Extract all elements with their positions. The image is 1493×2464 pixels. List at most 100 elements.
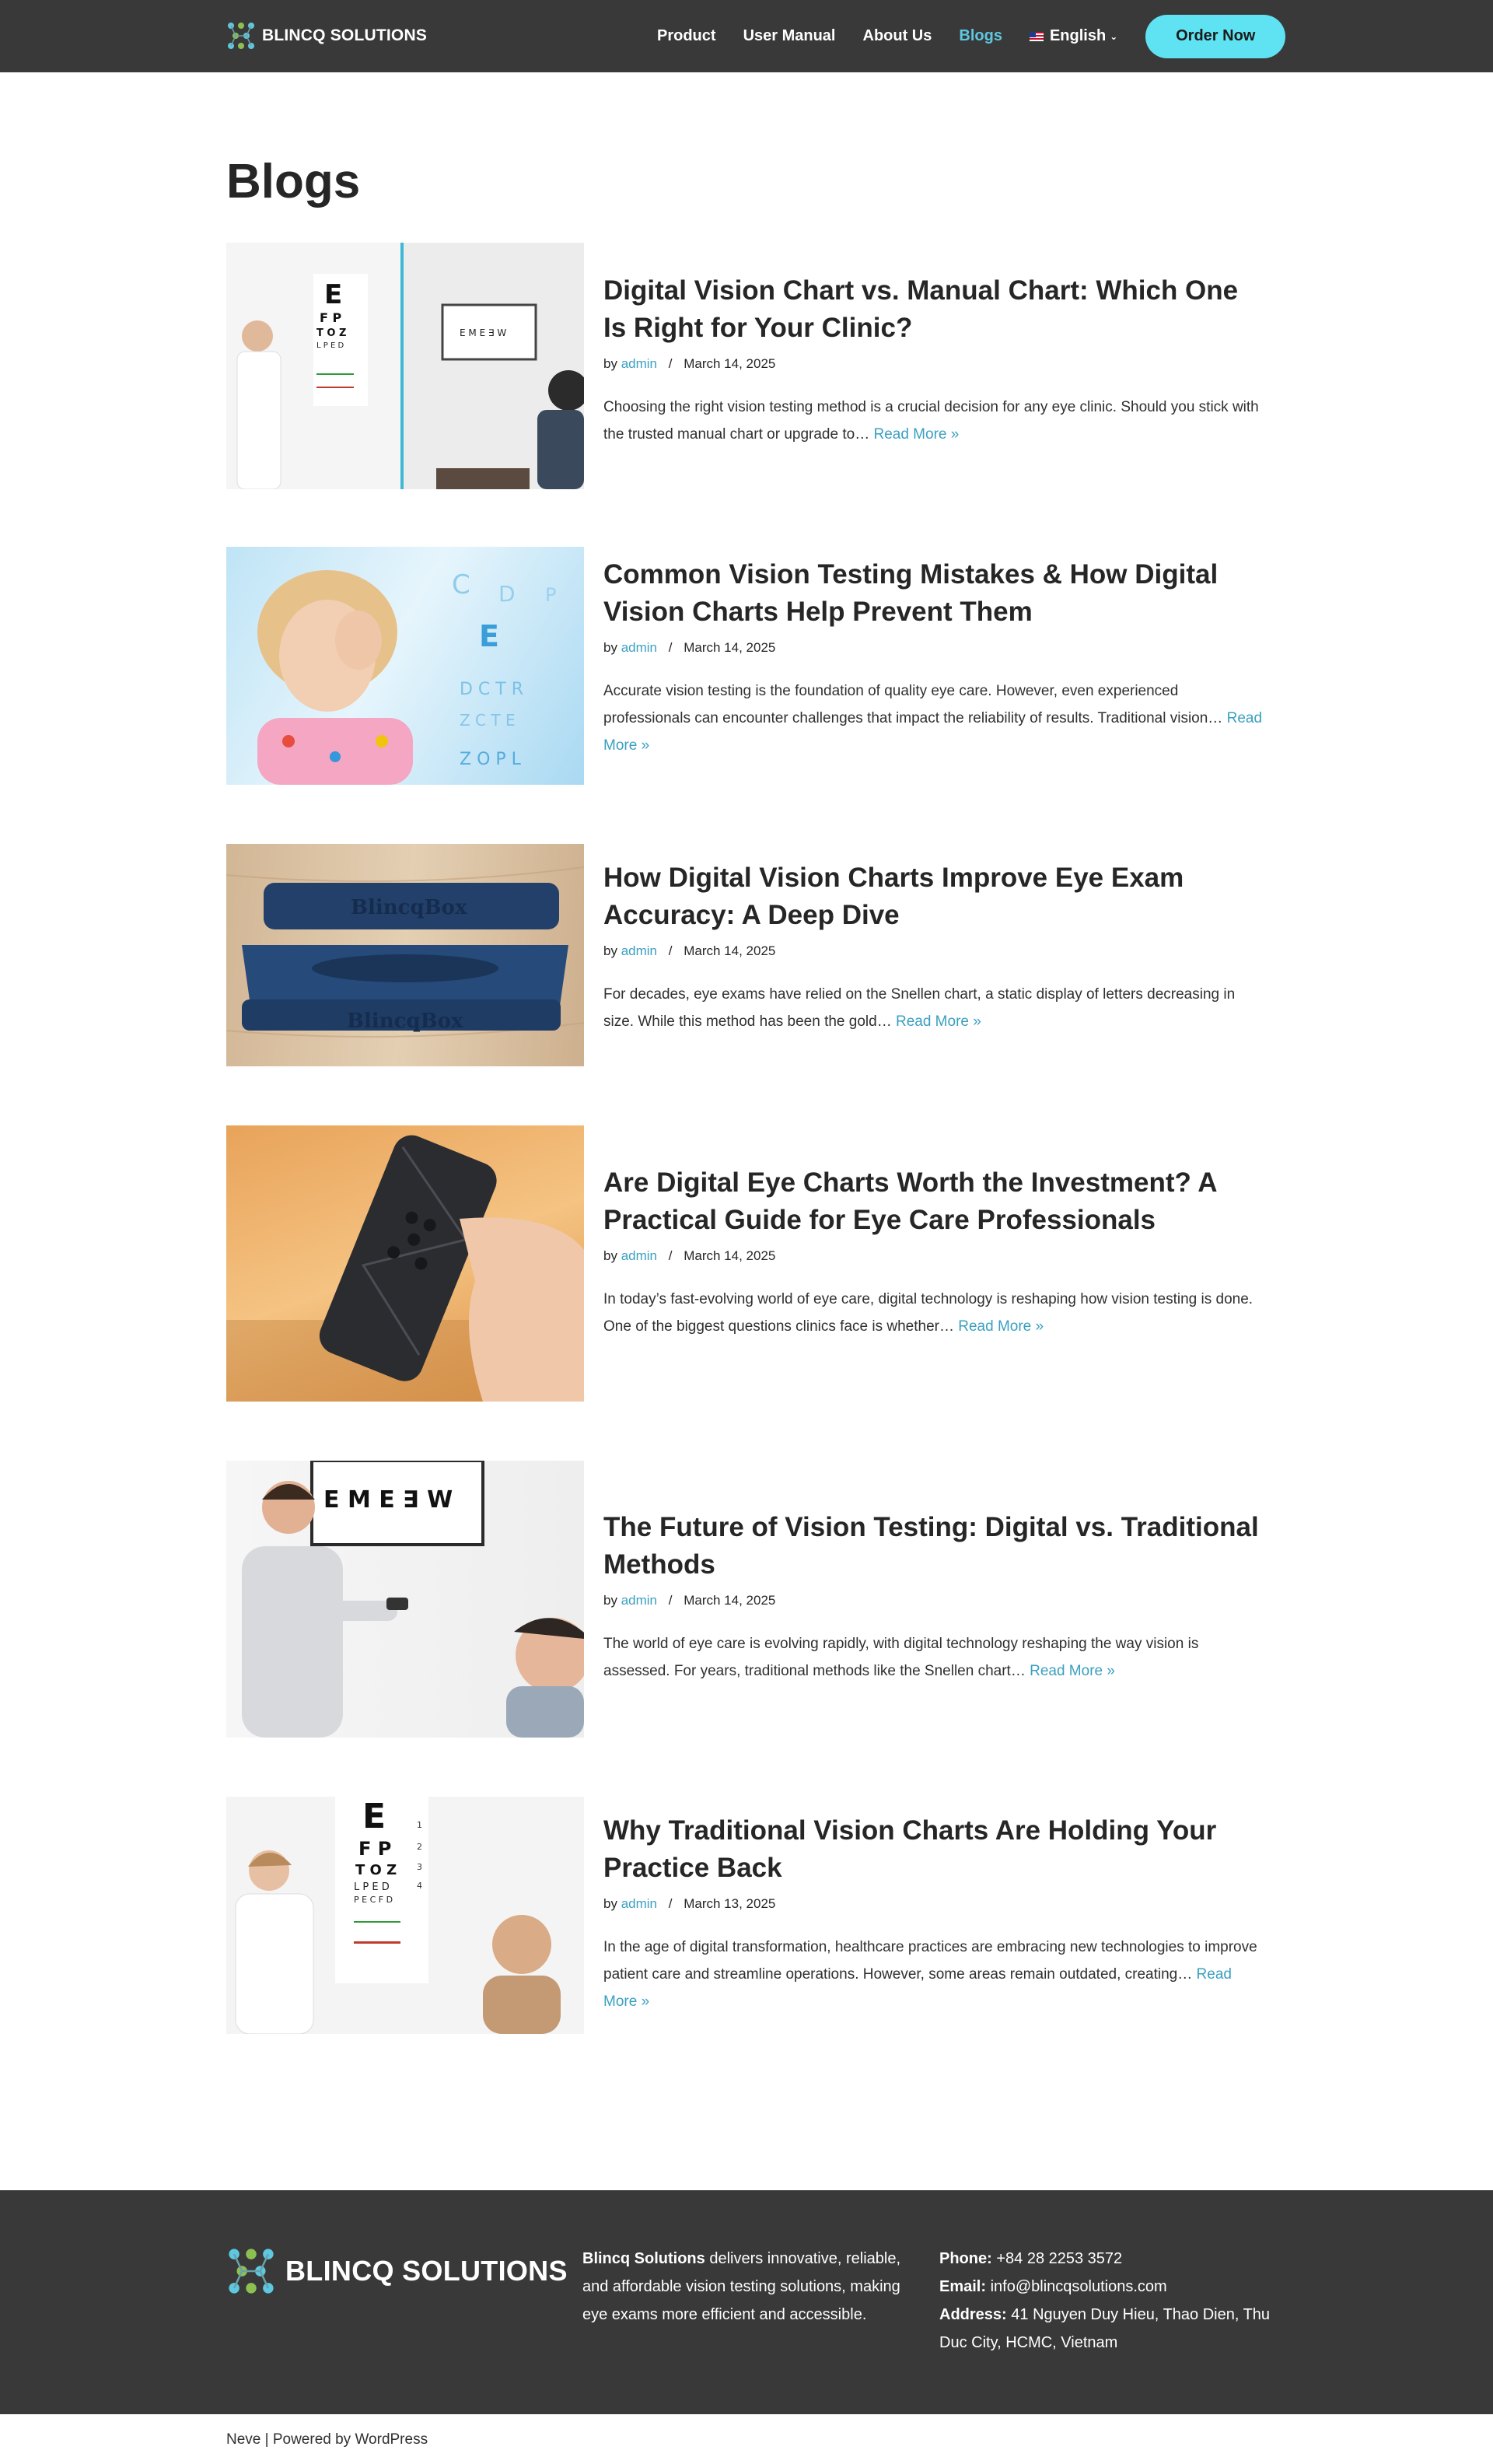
blog-post: C D P E D C T R Z C T E Z O P L Common V…	[226, 547, 1267, 785]
read-more-link[interactable]: Read More »	[873, 426, 959, 443]
svg-text:E M E ∃ W: E M E ∃ W	[323, 1486, 453, 1514]
author-link[interactable]: admin	[621, 640, 657, 655]
phone-value[interactable]: +84 28 2253 3572	[992, 2250, 1122, 2267]
meta-separator: /	[668, 1248, 673, 1263]
svg-text:3: 3	[417, 1862, 422, 1872]
post-title[interactable]: Digital Vision Chart vs. Manual Chart: W…	[603, 272, 1267, 347]
site-logo[interactable]: BLINCQ SOLUTIONS	[226, 22, 427, 50]
nav-product[interactable]: Product	[657, 27, 716, 45]
post-content: How Digital Vision Charts Improve Eye Ex…	[603, 859, 1267, 1035]
svg-text:P: P	[545, 584, 556, 606]
svg-text:4: 4	[417, 1881, 422, 1891]
post-excerpt: Accurate vision testing is the foundatio…	[603, 677, 1267, 759]
post-meta: by admin / March 14, 2025	[603, 1248, 1267, 1264]
post-excerpt: In the age of digital transformation, he…	[603, 1934, 1267, 2015]
nav-blogs[interactable]: Blogs	[959, 27, 1002, 45]
svg-text:P E C F D: P E C F D	[354, 1895, 393, 1905]
post-date: March 14, 2025	[684, 943, 776, 958]
post-date: March 14, 2025	[684, 640, 776, 655]
svg-text:F P: F P	[320, 310, 342, 325]
svg-text:1: 1	[417, 1820, 422, 1830]
device-brand-text: BlincqBox	[347, 1010, 463, 1033]
read-more-link[interactable]: Read More »	[958, 1318, 1044, 1335]
excerpt-text: Accurate vision testing is the foundatio…	[603, 683, 1227, 726]
post-content: Are Digital Eye Charts Worth the Investm…	[603, 1164, 1267, 1340]
site-footer: BLINCQ SOLUTIONS Blincq Solutions delive…	[0, 2190, 1493, 2414]
powered-by-text[interactable]: Neve | Powered by WordPress	[226, 2431, 428, 2448]
post-content: Common Vision Testing Mistakes & How Dig…	[603, 556, 1267, 759]
contact-phone: Phone: +84 28 2253 3572	[939, 2245, 1274, 2273]
svg-text:L P E D: L P E D	[354, 1881, 390, 1893]
post-title[interactable]: Are Digital Eye Charts Worth the Investm…	[603, 1164, 1267, 1239]
meta-separator: /	[668, 1593, 673, 1608]
svg-text:2: 2	[417, 1842, 422, 1852]
post-thumbnail[interactable]: E F P T O Z L P E D P E C F D 1 2 3 4	[226, 1797, 584, 2034]
by-label: by	[603, 356, 617, 371]
device-brand-text: BlincqBox	[351, 896, 467, 919]
blog-post: E M E ∃ W The Future of Vision Testing: …	[226, 1461, 1267, 1738]
read-more-link[interactable]: Read More »	[896, 1013, 981, 1030]
svg-text:Z O P L: Z O P L	[460, 750, 522, 769]
author-link[interactable]: admin	[621, 943, 657, 958]
blog-post: Are Digital Eye Charts Worth the Investm…	[226, 1125, 1267, 1402]
author-link[interactable]: admin	[621, 1593, 657, 1608]
svg-text:E: E	[479, 619, 499, 653]
author-link[interactable]: admin	[621, 356, 657, 371]
footer-about: Blincq Solutions delivers innovative, re…	[582, 2245, 917, 2329]
post-meta: by admin / March 14, 2025	[603, 640, 1267, 656]
post-content: Digital Vision Chart vs. Manual Chart: W…	[603, 272, 1267, 448]
language-selector[interactable]: English ⌄	[1029, 27, 1118, 45]
contact-address: Address: 41 Nguyen Duy Hieu, Thao Dien, …	[939, 2301, 1274, 2357]
language-label: English	[1049, 27, 1107, 44]
post-thumbnail[interactable]: E M E ∃ W	[226, 1461, 584, 1738]
post-thumbnail[interactable]: E F P T O Z L P E D E M E ∃ W	[226, 243, 584, 489]
svg-text:Z C T E: Z C T E	[460, 711, 516, 730]
post-thumbnail[interactable]: BlincqBox BlincqBox	[226, 844, 584, 1066]
svg-text:E: E	[362, 1797, 386, 1836]
chevron-down-icon: ⌄	[1110, 30, 1118, 42]
footer-logo[interactable]: BLINCQ SOLUTIONS	[226, 2246, 568, 2296]
footer-contact: Phone: +84 28 2253 3572 Email: info@blin…	[939, 2245, 1274, 2357]
post-content: The Future of Vision Testing: Digital vs…	[603, 1509, 1267, 1685]
blog-post: BlincqBox BlincqBox How Digital Vision C…	[226, 844, 1267, 1066]
site-header: BLINCQ SOLUTIONS Product User Manual Abo…	[0, 0, 1493, 72]
post-thumbnail[interactable]: C D P E D C T R Z C T E Z O P L	[226, 547, 584, 785]
svg-text:D: D	[498, 581, 516, 607]
post-date: March 13, 2025	[684, 1896, 776, 1911]
by-label: by	[603, 1896, 617, 1911]
page-title: Blogs	[226, 155, 361, 208]
post-title[interactable]: Why Traditional Vision Charts Are Holdin…	[603, 1812, 1267, 1887]
excerpt-text: In the age of digital transformation, he…	[603, 1939, 1257, 1983]
svg-text:L P E D: L P E D	[316, 341, 344, 350]
post-title[interactable]: Common Vision Testing Mistakes & How Dig…	[603, 556, 1267, 631]
post-meta: by admin / March 14, 2025	[603, 1593, 1267, 1608]
nav-about-us[interactable]: About Us	[863, 27, 932, 45]
company-name: Blincq Solutions	[582, 2250, 705, 2267]
excerpt-text: In today’s fast-evolving world of eye ca…	[603, 1291, 1253, 1335]
post-title[interactable]: How Digital Vision Charts Improve Eye Ex…	[603, 859, 1267, 934]
author-link[interactable]: admin	[621, 1248, 657, 1263]
logo-mark-icon	[229, 2249, 274, 2294]
us-flag-icon	[1029, 31, 1044, 41]
post-date: March 14, 2025	[684, 356, 776, 371]
nav-user-manual[interactable]: User Manual	[743, 27, 836, 45]
footer-logo-text: BLINCQ SOLUTIONS	[285, 2255, 568, 2287]
post-excerpt: The world of eye care is evolving rapidl…	[603, 1630, 1267, 1685]
meta-separator: /	[668, 943, 673, 958]
email-value[interactable]: info@blincqsolutions.com	[986, 2278, 1167, 2295]
order-now-button[interactable]: Order Now	[1145, 14, 1286, 58]
meta-separator: /	[668, 640, 673, 655]
by-label: by	[603, 1593, 617, 1608]
svg-text:T O Z: T O Z	[355, 1862, 397, 1878]
svg-text:E: E	[324, 279, 342, 310]
post-thumbnail[interactable]	[226, 1125, 584, 1402]
svg-text:T O Z: T O Z	[316, 327, 346, 339]
author-link[interactable]: admin	[621, 1896, 657, 1911]
post-excerpt: For decades, eye exams have relied on th…	[603, 981, 1267, 1035]
post-excerpt: Choosing the right vision testing method…	[603, 394, 1267, 448]
read-more-link[interactable]: Read More »	[1030, 1663, 1115, 1679]
svg-text:F P: F P	[358, 1838, 391, 1860]
post-title[interactable]: The Future of Vision Testing: Digital vs…	[603, 1509, 1267, 1584]
by-label: by	[603, 640, 617, 655]
main-nav: Product User Manual About Us Blogs Engli…	[657, 0, 1286, 72]
